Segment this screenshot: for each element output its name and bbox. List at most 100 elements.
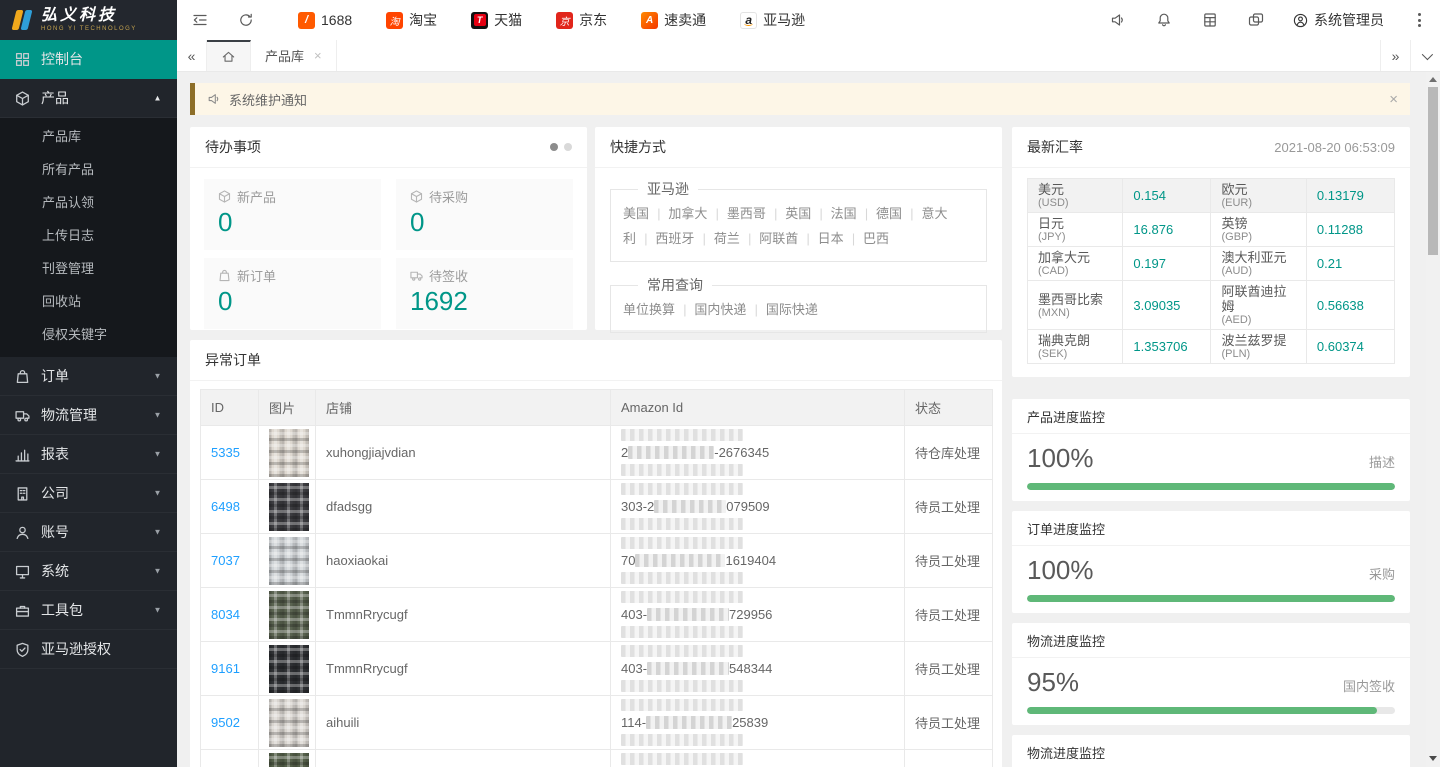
company-building-icon [15, 486, 30, 501]
sidebar-item-label: 亚马逊授权 [41, 639, 111, 659]
progress-label: 采购 [1369, 564, 1395, 583]
shortcut-link[interactable]: 巴西 [863, 231, 889, 246]
product-image-pixelated [269, 483, 309, 531]
shortcut-link[interactable]: 德国 [876, 206, 902, 221]
notice-close-icon[interactable]: × [1389, 91, 1398, 108]
order-id-link[interactable]: 9161 [211, 661, 240, 676]
abnormal-orders-table: ID 图片 店铺 Amazon Id 状态 5335 [200, 389, 993, 767]
rates-title: 最新汇率 [1027, 137, 1083, 157]
order-id-link[interactable]: 9502 [211, 715, 240, 730]
progress-percent: 100% [1027, 443, 1094, 474]
brand-name: 弘义科技 [41, 8, 137, 24]
link-tmall[interactable]: 天猫 [454, 10, 539, 30]
shortcut-link[interactable]: 阿联酋 [759, 231, 798, 246]
sidebar-item-company[interactable]: 公司 ▼ [0, 474, 177, 513]
report-chart-icon [15, 447, 30, 462]
user-menu[interactable]: 系统管理员 [1279, 10, 1398, 30]
sidebar-item-product-claim[interactable]: 产品认领 [0, 186, 177, 219]
tab-home[interactable] [207, 40, 251, 71]
order-id-link[interactable]: 6498 [211, 499, 240, 514]
amazon-id-cell: 2-2676345 [611, 426, 905, 480]
shortcut-link[interactable]: 荷兰 [714, 231, 740, 246]
sidebar-item-accounts[interactable]: 账号 ▼ [0, 513, 177, 552]
table-header-row: ID 图片 店铺 Amazon Id 状态 [201, 390, 993, 426]
sidebar-item-label: 工具包 [41, 600, 83, 620]
status-badge: 待员工处理 [915, 608, 980, 623]
chevron-down-icon: ▼ [154, 489, 162, 498]
tabs-scroll-left-icon[interactable]: « [177, 40, 207, 71]
shortcut-link[interactable]: 加拿大 [668, 206, 707, 221]
chevron-up-icon: ▲ [154, 94, 162, 103]
announcement-speaker-icon[interactable] [1095, 0, 1141, 40]
sidebar-item-infringing-keywords[interactable]: 侵权关键字 [0, 318, 177, 351]
logistics-truck-icon [15, 408, 30, 423]
shortcut-link[interactable]: 单位换算 [623, 302, 675, 317]
todo-title: 待办事项 [205, 137, 261, 157]
sidebar-item-reports[interactable]: 报表 ▼ [0, 435, 177, 474]
shortcut-link[interactable]: 英国 [785, 206, 811, 221]
link-taobao[interactable]: 淘宝 [369, 10, 454, 30]
tab-product-library[interactable]: 产品库 × [251, 40, 337, 71]
amazon-id-cell: 403-729956 [611, 588, 905, 642]
shortcut-link[interactable]: 日本 [818, 231, 844, 246]
scrollbar-down-arrow-icon[interactable] [1429, 756, 1437, 761]
collapse-sidebar-icon[interactable] [177, 0, 223, 40]
product-image-pixelated [269, 429, 309, 477]
chevron-down-icon: ▼ [154, 450, 162, 459]
product-image-pixelated [269, 645, 309, 693]
tab-close-icon[interactable]: × [314, 48, 322, 63]
order-id-link[interactable]: 7037 [211, 553, 240, 568]
sidebar-item-console[interactable]: 控制台 [0, 40, 177, 79]
scrollbar-up-arrow-icon[interactable] [1429, 77, 1437, 82]
sidebar-item-toolkit[interactable]: 工具包 ▼ [0, 591, 177, 630]
chevron-down-icon: ▼ [154, 372, 162, 381]
carousel-dot[interactable] [564, 143, 572, 151]
status-badge: 待员工处理 [915, 554, 980, 569]
notifications-bell-icon[interactable] [1141, 0, 1187, 40]
link-jd[interactable]: 京东 [539, 10, 624, 30]
refresh-icon[interactable] [223, 0, 269, 40]
shortcut-link[interactable]: 美国 [623, 206, 649, 221]
sidebar-item-orders[interactable]: 订单 ▼ [0, 357, 177, 396]
sidebar-item-recycle-bin[interactable]: 回收站 [0, 285, 177, 318]
product-cube-icon [15, 91, 30, 106]
table-row: 7037 haoxiaokai 701619404 待员工 [201, 534, 993, 588]
sidebar-item-product-library[interactable]: 产品库 [0, 120, 177, 153]
brand-subtitle: HONG YI TECHNOLOGY [41, 26, 137, 32]
order-id-link[interactable]: 8034 [211, 607, 240, 622]
chevron-down-icon: ▼ [154, 528, 162, 537]
rate-row: 美元(USD) 0.154 欧元(EUR) 0.13179 [1028, 179, 1395, 213]
receive-truck-icon [410, 269, 423, 282]
tabs-scroll-right-icon[interactable]: » [1380, 40, 1410, 71]
sidebar-item-listing-manage[interactable]: 刊登管理 [0, 252, 177, 285]
vertical-scrollbar[interactable] [1426, 72, 1440, 767]
more-options-kebab-icon[interactable] [1398, 0, 1440, 40]
shop-name: TmmnRrycugf [326, 607, 408, 622]
shortcut-link[interactable]: 国际快递 [766, 302, 818, 317]
calculator-icon[interactable] [1187, 0, 1233, 40]
sidebar-item-all-products[interactable]: 所有产品 [0, 153, 177, 186]
tabbar: « 产品库 × » [177, 40, 1440, 72]
link-1688[interactable]: 1688 [281, 12, 369, 29]
sidebar-item-system[interactable]: 系统 ▼ [0, 552, 177, 591]
monitor-title: 物流进度监控 [1027, 743, 1105, 762]
sidebar-item-label: 物流管理 [41, 405, 97, 425]
carousel-dot-active[interactable] [550, 143, 558, 151]
link-aliexpress[interactable]: 速卖通 [624, 10, 723, 30]
logistics-progress-card-international: 物流进度监控 96%国际发货 [1012, 735, 1410, 767]
scrollbar-thumb[interactable] [1428, 87, 1438, 255]
tabs-menu-chevron-icon[interactable] [1410, 40, 1440, 71]
shortcut-link[interactable]: 西班牙 [655, 231, 694, 246]
currency-exchange-icon[interactable] [1233, 0, 1279, 40]
sidebar-item-product[interactable]: 产品 ▲ [0, 79, 177, 118]
shortcut-link[interactable]: 墨西哥 [727, 206, 766, 221]
sidebar-item-amazon-auth[interactable]: 亚马逊授权 [0, 630, 177, 669]
order-id-link[interactable]: 5335 [211, 445, 240, 460]
status-badge: 待员工处理 [915, 500, 980, 515]
shortcut-link[interactable]: 国内快递 [694, 302, 746, 317]
shortcut-link[interactable]: 法国 [831, 206, 857, 221]
sidebar-item-logistics[interactable]: 物流管理 ▼ [0, 396, 177, 435]
link-amazon[interactable]: 亚马逊 [723, 10, 822, 30]
sidebar-item-upload-log[interactable]: 上传日志 [0, 219, 177, 252]
progress-label: 国内签收 [1343, 676, 1395, 695]
